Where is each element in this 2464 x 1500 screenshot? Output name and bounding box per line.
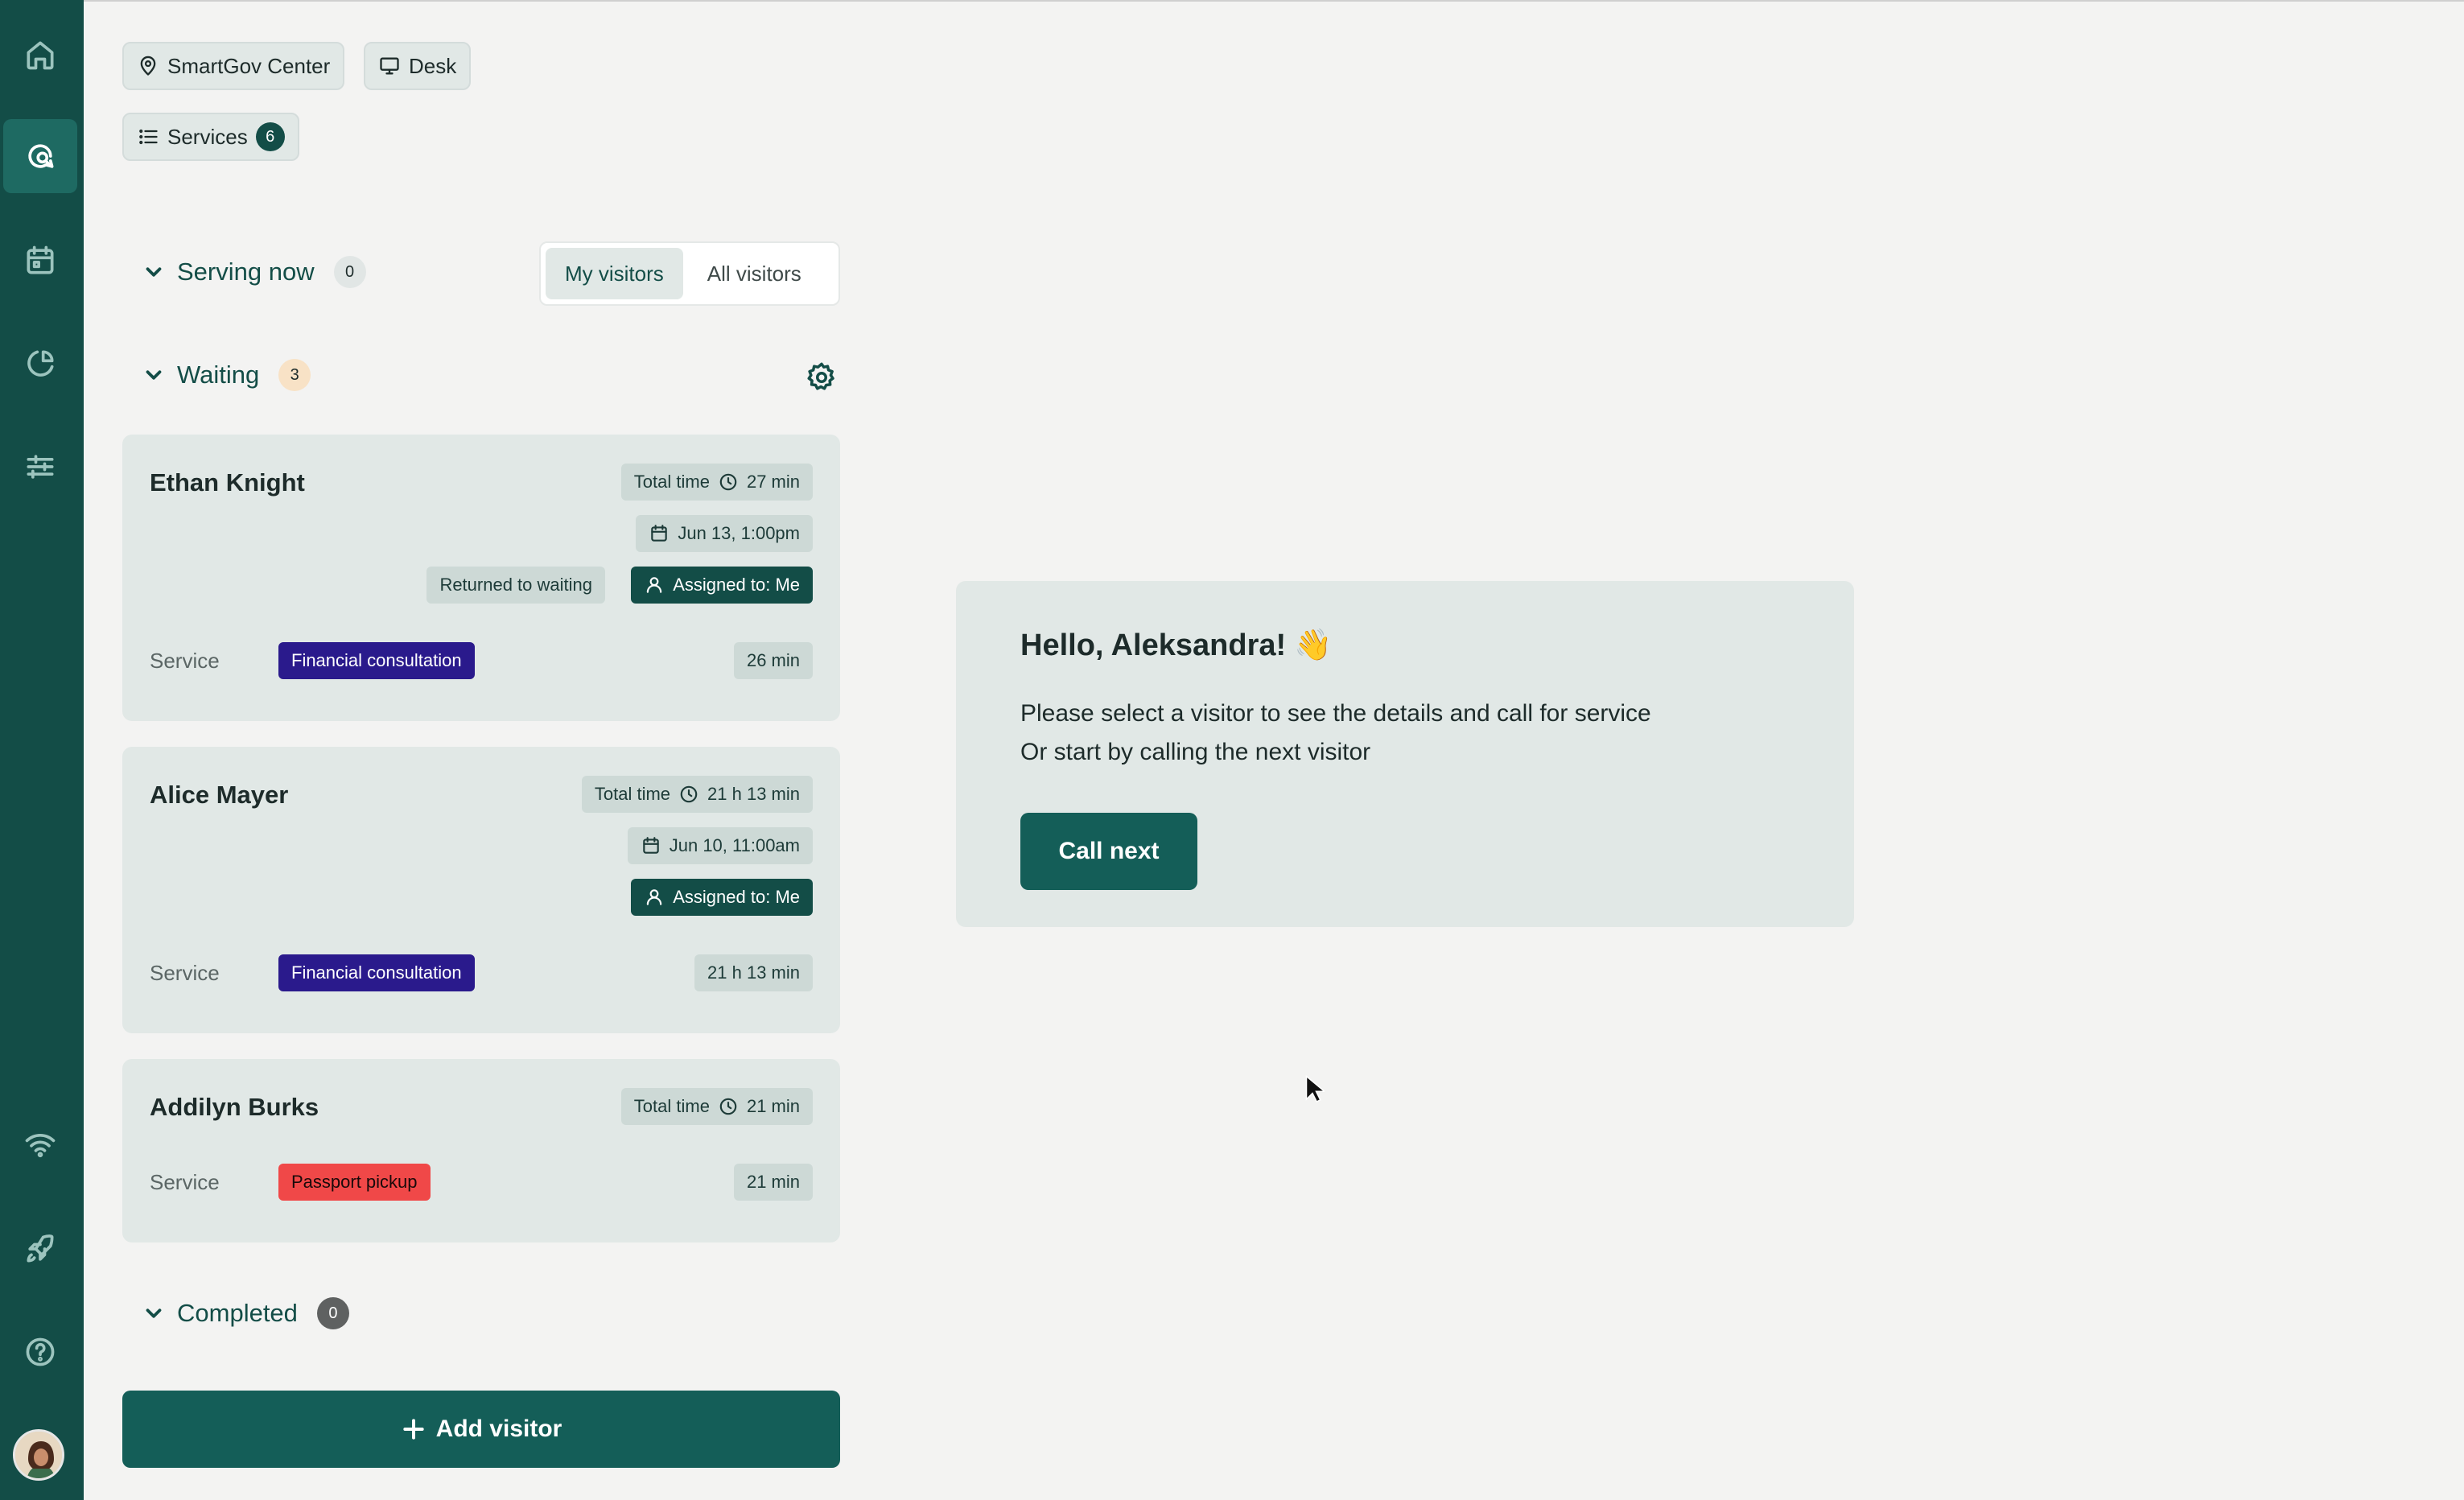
clock-icon [719, 1098, 737, 1115]
home-icon [27, 41, 54, 70]
calendar-icon [27, 245, 54, 274]
welcome-title-text: Hello, Aleksandra! [1020, 628, 1287, 662]
nav-calendar[interactable] [3, 224, 77, 298]
add-visitor-label: Add visitor [435, 1416, 562, 1442]
serving-now-label: Serving now [177, 258, 315, 286]
waiting-settings-button[interactable] [805, 361, 839, 394]
service-time-tag: 21 h 13 min [694, 954, 813, 991]
total-time-label: Total time [594, 784, 671, 804]
completed-label: Completed [177, 1299, 298, 1327]
clock-icon [680, 785, 698, 803]
total-time-tag: Total time 21 min [620, 1088, 813, 1125]
wifi-icon [25, 1134, 56, 1158]
datetime-value: Jun 10, 11:00am [669, 835, 800, 855]
total-time-label: Total time [633, 472, 710, 492]
service-tag: Passport pickup [278, 1164, 431, 1201]
calendar-icon [651, 525, 668, 542]
assigned-tag: Assigned to: Me [631, 879, 813, 916]
user-icon [647, 577, 662, 593]
location-chip-label: SmartGov Center [167, 53, 331, 78]
visitor-name: Ethan Knight [150, 468, 305, 497]
gear-icon [807, 362, 834, 390]
top-border [84, 0, 2464, 2]
welcome-panel: Hello, Aleksandra! 👋 Please select a vis… [956, 581, 1854, 927]
service-tag: Financial consultation [278, 954, 475, 991]
status-badge: Returned to waiting [426, 567, 605, 604]
visitor-card[interactable]: Alice Mayer Total time 21 h 13 min Jun 1… [122, 747, 840, 1033]
total-time-value: 21 min [746, 1096, 800, 1116]
desk-chip-label: Desk [409, 53, 457, 78]
assigned-value: Assigned to: Me [673, 575, 800, 595]
nav-visitors[interactable] [3, 119, 77, 193]
nav-reports[interactable] [3, 327, 77, 401]
nav-connection[interactable] [3, 1107, 77, 1181]
chevron-down-icon [146, 267, 162, 277]
mouse-cursor-icon [1305, 1075, 1325, 1103]
nav-settings[interactable] [3, 430, 77, 504]
pie-chart-icon [27, 350, 54, 377]
sidebar [0, 0, 84, 1500]
chat-search-icon [28, 144, 54, 168]
datetime-tag: Jun 10, 11:00am [627, 827, 813, 864]
total-time-value: 21 h 13 min [707, 784, 800, 804]
service-tag: Financial consultation [278, 642, 475, 679]
chevron-down-icon [146, 370, 162, 380]
total-time-value: 27 min [746, 472, 800, 492]
nav-home[interactable] [3, 18, 77, 92]
tab-my-visitors[interactable]: My visitors [546, 248, 683, 299]
rocket-icon [27, 1234, 54, 1263]
services-chip[interactable]: Services 6 [122, 113, 299, 161]
assigned-tag: Assigned to: Me [631, 567, 813, 604]
waiting-count: 3 [278, 359, 311, 391]
call-next-button[interactable]: Call next [1020, 813, 1197, 890]
service-label: Service [150, 649, 220, 673]
calendar-icon [642, 837, 659, 854]
sliders-icon [27, 455, 54, 479]
waiting-label: Waiting [177, 361, 260, 389]
chevron-down-icon [146, 1308, 162, 1318]
datetime-value: Jun 13, 1:00pm [678, 523, 800, 543]
waving-hand-icon: 👋 [1294, 628, 1333, 662]
datetime-tag: Jun 13, 1:00pm [636, 515, 813, 552]
serving-now-header[interactable]: Serving now 0 [142, 256, 366, 288]
service-label: Service [150, 961, 220, 985]
welcome-line-2: Or start by calling the next visitor [1020, 739, 1371, 765]
nav-launch[interactable] [3, 1212, 77, 1286]
services-count-badge: 6 [255, 122, 285, 151]
visitor-filter-toggle: My visitors All visitors [539, 241, 840, 306]
welcome-title: Hello, Aleksandra! 👋 [1020, 628, 1332, 663]
user-avatar-icon [15, 1432, 62, 1478]
visitor-card[interactable]: Addilyn Burks Total time 21 min Service … [122, 1059, 840, 1242]
monitor-icon [380, 57, 399, 75]
tab-all-visitors[interactable]: All visitors [688, 248, 821, 299]
service-label: Service [150, 1170, 220, 1194]
visitor-name: Alice Mayer [150, 781, 289, 809]
total-time-label: Total time [633, 1096, 710, 1116]
help-icon [26, 1337, 55, 1366]
completed-header[interactable]: Completed 0 [142, 1297, 349, 1329]
service-time-tag: 21 min [733, 1164, 813, 1201]
serving-now-count: 0 [333, 256, 366, 288]
service-time-tag: 26 min [733, 642, 813, 679]
nav-help[interactable] [3, 1315, 77, 1389]
assigned-value: Assigned to: Me [673, 887, 800, 907]
visitor-card[interactable]: Ethan Knight Total time 27 min Jun 13, 1… [122, 435, 840, 721]
list-icon [139, 129, 158, 145]
avatar[interactable] [13, 1429, 64, 1481]
welcome-line-1: Please select a visitor to see the detai… [1020, 700, 1651, 727]
total-time-tag: Total time 27 min [620, 464, 813, 501]
user-icon [647, 889, 662, 905]
clock-icon [719, 473, 737, 491]
services-chip-label: Services [167, 124, 248, 149]
location-chip[interactable]: SmartGov Center [122, 42, 345, 90]
completed-count: 0 [316, 1297, 349, 1329]
visitor-name: Addilyn Burks [150, 1093, 319, 1121]
desk-chip[interactable]: Desk [364, 42, 472, 90]
waiting-header[interactable]: Waiting 3 [142, 359, 311, 391]
total-time-tag: Total time 21 h 13 min [581, 776, 813, 813]
add-visitor-button[interactable]: Add visitor [122, 1391, 840, 1468]
map-pin-icon [140, 56, 156, 76]
plus-icon [402, 1419, 424, 1440]
